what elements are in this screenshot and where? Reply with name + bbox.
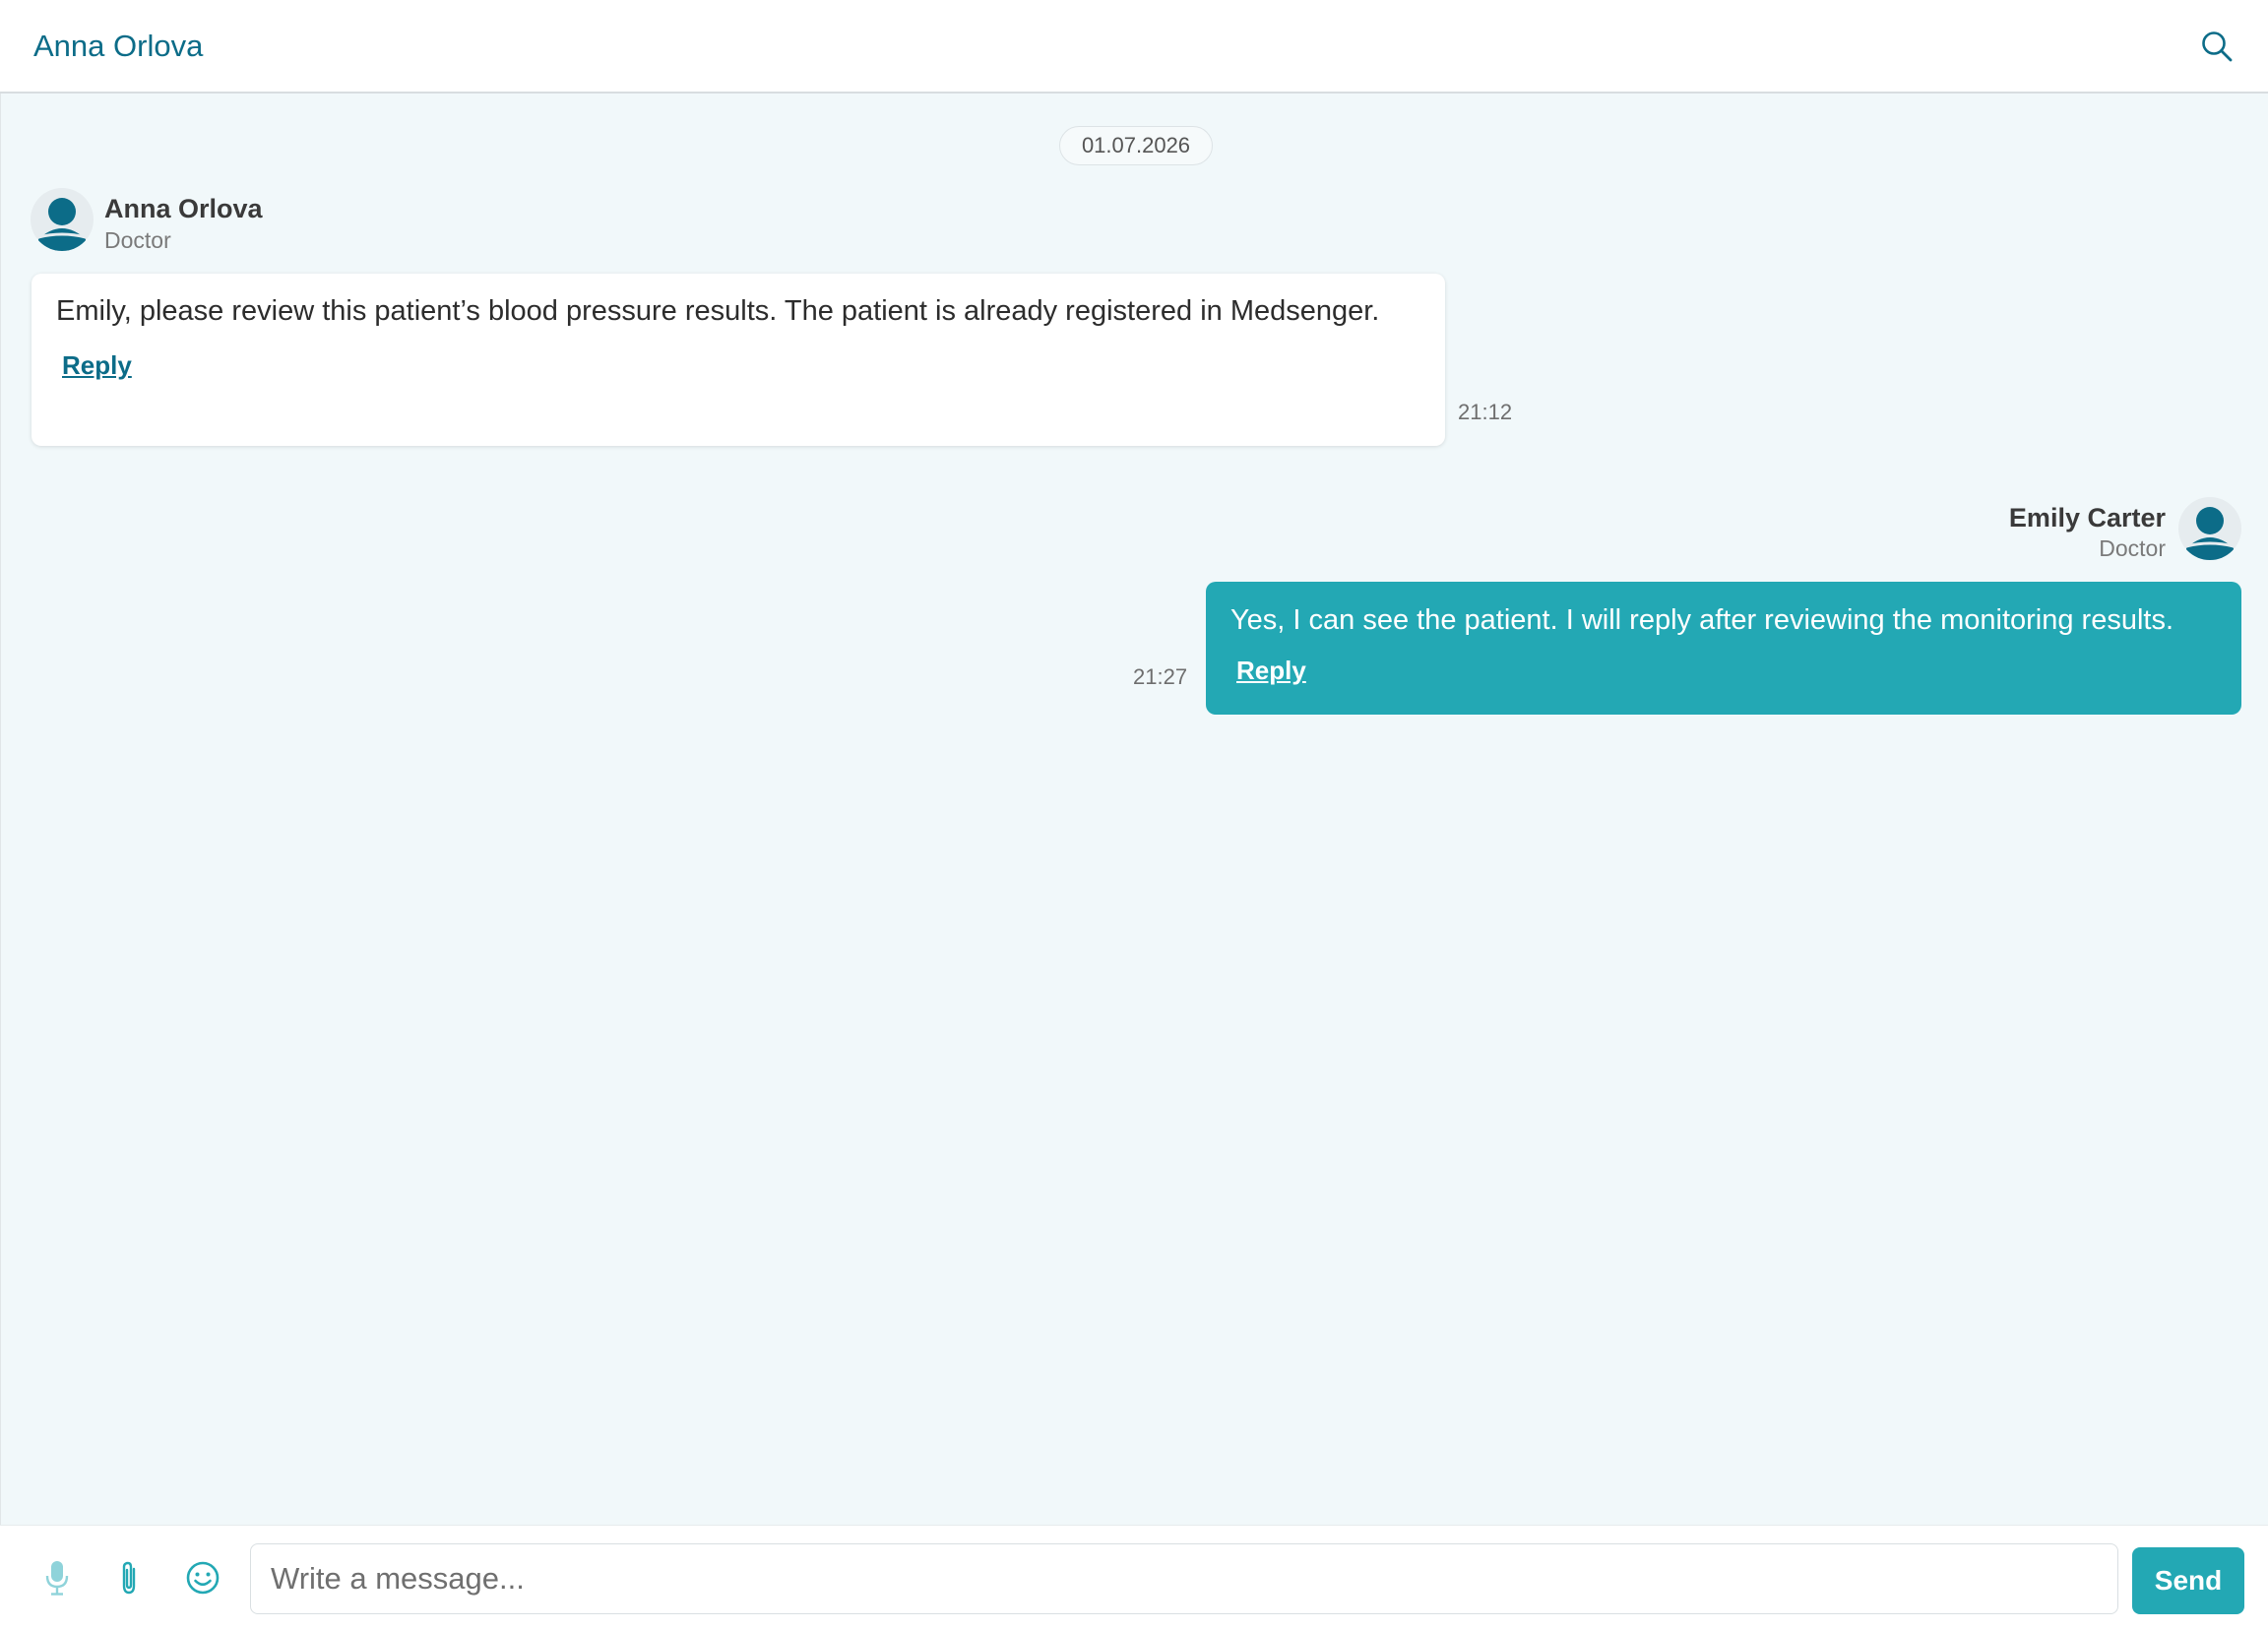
- emoji-button[interactable]: [180, 1555, 225, 1600]
- sender-name: Emily Carter: [2008, 503, 2166, 533]
- message-bubble-incoming: Emily, please review this patient’s bloo…: [32, 274, 1445, 446]
- message-text: Emily, please review this patient’s bloo…: [56, 295, 1380, 327]
- sender-role: Doctor: [2099, 535, 2166, 561]
- sender-name: Anna Orlova: [104, 194, 263, 223]
- emoji-icon: [186, 1561, 220, 1595]
- search-button[interactable]: [2191, 21, 2242, 72]
- message-time: 21:12: [1458, 400, 1513, 424]
- message-list[interactable]: 01.07.2026 Anna Orlova Doctor Emily, ple…: [0, 94, 2268, 1525]
- message-input[interactable]: [250, 1543, 2118, 1614]
- search-icon: [2202, 31, 2233, 61]
- chat-title: Anna Orlova: [33, 28, 204, 63]
- chat-header: Anna Orlova: [0, 0, 2268, 94]
- message-time: 21:27: [1133, 664, 1188, 689]
- avatar: [31, 188, 94, 251]
- reply-link[interactable]: Reply: [1236, 656, 1306, 686]
- microphone-icon: [45, 1561, 69, 1596]
- user-icon: [2185, 507, 2235, 560]
- reply-link[interactable]: Reply: [62, 350, 132, 381]
- chat-app: Anna Orlova 01.07.2026 Anna Orlova Docto…: [0, 0, 2268, 1630]
- voice-message-button[interactable]: [34, 1555, 80, 1600]
- attach-file-button[interactable]: [106, 1555, 152, 1600]
- message-composer: Send: [0, 1525, 2268, 1630]
- paperclip-icon: [122, 1561, 136, 1595]
- avatar: [2178, 497, 2241, 560]
- message-text: Yes, I can see the patient. I will reply…: [1230, 604, 2174, 636]
- date-divider: 01.07.2026: [1059, 126, 1213, 165]
- sender-role: Doctor: [104, 227, 171, 253]
- message-bubble-outgoing: Yes, I can see the patient. I will reply…: [1206, 582, 2241, 715]
- send-button[interactable]: Send: [2132, 1547, 2244, 1614]
- user-icon: [37, 198, 87, 251]
